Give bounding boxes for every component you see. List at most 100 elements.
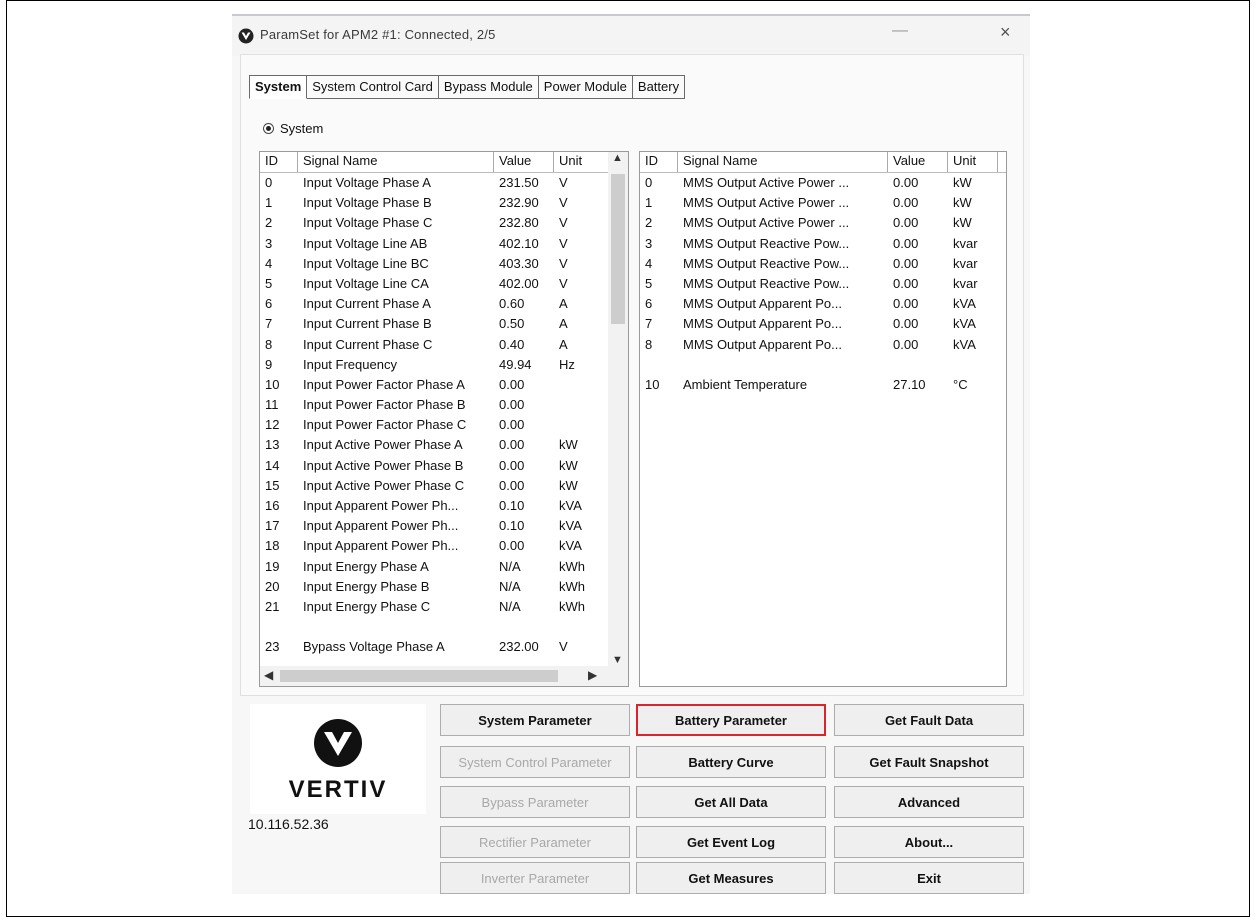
table-row[interactable]: 23 Bypass Voltage Phase A 232.00 V: [260, 637, 628, 657]
left-col-id[interactable]: ID: [260, 152, 298, 172]
table-row[interactable]: 4 Input Voltage Line BC 403.30 V: [260, 254, 628, 274]
table-row[interactable]: 12 Input Power Factor Phase C 0.00: [260, 415, 628, 435]
cell-id: 12: [265, 417, 280, 433]
table-row[interactable]: 1 MMS Output Active Power ... 0.00 kW: [640, 193, 1006, 213]
tab-battery[interactable]: Battery: [632, 75, 686, 99]
left-col-unit[interactable]: Unit: [554, 152, 608, 172]
bypass-parameter-button[interactable]: Bypass Parameter: [440, 786, 630, 818]
table-row[interactable]: 5 Input Voltage Line CA 402.00 V: [260, 274, 628, 294]
cell-unit: V: [559, 639, 568, 655]
advanced-button[interactable]: Advanced: [834, 786, 1024, 818]
scroll-up-icon[interactable]: ▲: [612, 152, 623, 164]
table-row[interactable]: 19 Input Energy Phase A N/A kWh: [260, 557, 628, 577]
table-row[interactable]: 0 Input Voltage Phase A 231.50 V: [260, 173, 628, 193]
cell-value: [888, 355, 948, 375]
inverter-parameter-button[interactable]: Inverter Parameter: [440, 862, 630, 894]
right-col-value[interactable]: Value: [888, 152, 948, 172]
table-row[interactable]: 15 Input Active Power Phase C 0.00 kW: [260, 476, 628, 496]
cell-unit: °C: [953, 376, 968, 392]
cell-signal: MMS Output Reactive Pow...: [683, 255, 850, 271]
cell-unit: Hz: [559, 356, 575, 372]
ip-address: 10.116.52.36: [248, 816, 329, 832]
scroll-down-icon[interactable]: ▼: [612, 654, 623, 666]
table-row[interactable]: 2 MMS Output Active Power ... 0.00 kW: [640, 213, 1006, 233]
right-signal-list[interactable]: ID Signal Name Value Unit 0 MMS Output Ac…: [639, 151, 1007, 687]
scroll-right-icon[interactable]: ▶: [588, 668, 597, 682]
table-row[interactable]: 3 Input Voltage Line AB 402.10 V: [260, 234, 628, 254]
table-row[interactable]: 0 MMS Output Active Power ... 0.00 kW: [640, 173, 1006, 193]
table-row[interactable]: 18 Input Apparent Power Ph... 0.00 kVA: [260, 536, 628, 556]
left-col-signal-name[interactable]: Signal Name: [298, 152, 494, 172]
get-fault-data-button[interactable]: Get Fault Data: [834, 704, 1024, 736]
cell-value: 49.94: [499, 356, 532, 372]
tab-system[interactable]: System: [249, 75, 308, 99]
left-vscroll-thumb[interactable]: [611, 174, 625, 324]
tab-bypass-module[interactable]: Bypass Module: [438, 75, 539, 99]
battery-parameter-button[interactable]: Battery Parameter: [636, 704, 826, 736]
table-row[interactable]: 21 Input Energy Phase C N/A kWh: [260, 597, 628, 617]
left-col-value[interactable]: Value: [494, 152, 554, 172]
cell-signal: MMS Output Reactive Pow...: [683, 235, 850, 251]
left-hscroll-thumb[interactable]: [280, 670, 558, 682]
table-row[interactable]: 3 MMS Output Reactive Pow... 0.00 kvar: [640, 234, 1006, 254]
battery-curve-button[interactable]: Battery Curve: [636, 746, 826, 778]
cell-value: N/A: [499, 558, 521, 574]
cell-signal: MMS Output Apparent Po...: [683, 296, 842, 312]
right-list-body: 0 MMS Output Active Power ... 0.00 kW 1 MMS O…: [640, 173, 1006, 395]
table-row[interactable]: 20 Input Energy Phase B N/A kWh: [260, 577, 628, 597]
tab-power-module[interactable]: Power Module: [538, 75, 633, 99]
cell-id: 10: [645, 376, 660, 392]
table-row[interactable]: 17 Input Apparent Power Ph... 0.10 kVA: [260, 516, 628, 536]
table-row[interactable]: 9 Input Frequency 49.94 Hz: [260, 355, 628, 375]
right-col-id[interactable]: ID: [640, 152, 678, 172]
scroll-left-icon[interactable]: ◀: [264, 668, 273, 682]
system-control-parameter-button[interactable]: System Control Parameter: [440, 746, 630, 778]
left-vertical-scrollbar[interactable]: ▲ ▼: [608, 152, 628, 666]
table-row[interactable]: 6 MMS Output Apparent Po... 0.00 kVA: [640, 294, 1006, 314]
table-row[interactable]: 11 Input Power Factor Phase B 0.00: [260, 395, 628, 415]
table-row[interactable]: 10 Ambient Temperature 27.10 °C: [640, 375, 1006, 395]
tab-system-control-card[interactable]: System Control Card: [307, 75, 439, 99]
exit-button[interactable]: Exit: [834, 862, 1024, 894]
table-row[interactable]: 14 Input Active Power Phase B 0.00 kW: [260, 456, 628, 476]
right-col-unit[interactable]: Unit: [948, 152, 998, 172]
cell-id: 7: [645, 316, 653, 332]
cell-unit: kVA: [953, 316, 976, 332]
about-button[interactable]: About...: [834, 826, 1024, 858]
system-radio[interactable]: System: [263, 121, 323, 136]
table-row[interactable]: [640, 355, 1006, 375]
cell-signal: Input Power Factor Phase C: [303, 417, 467, 433]
cell-unit: kVA: [559, 498, 582, 513]
minimize-icon[interactable]: —: [892, 22, 908, 40]
right-col-signal-name[interactable]: Signal Name: [678, 152, 888, 172]
table-row[interactable]: 2 Input Voltage Phase C 232.80 V: [260, 213, 628, 233]
vertiv-logo-icon: [314, 719, 362, 767]
system-parameter-button[interactable]: System Parameter: [440, 704, 630, 736]
close-icon[interactable]: ×: [1000, 22, 1011, 43]
table-row[interactable]: 16 Input Apparent Power Ph... 0.10 kVA: [260, 496, 628, 516]
left-signal-list[interactable]: ID Signal Name Value Unit 0 Input Voltage…: [259, 151, 629, 687]
cell-id: 2: [645, 215, 653, 231]
table-row[interactable]: 8 MMS Output Apparent Po... 0.00 kVA: [640, 335, 1006, 355]
table-row[interactable]: 13 Input Active Power Phase A 0.00 kW: [260, 435, 628, 455]
get-all-data-button[interactable]: Get All Data: [636, 786, 826, 818]
table-row[interactable]: 6 Input Current Phase A 0.60 A: [260, 294, 628, 314]
table-row[interactable]: 1 Input Voltage Phase B 232.90 V: [260, 193, 628, 213]
table-row[interactable]: 7 MMS Output Apparent Po... 0.00 kVA: [640, 314, 1006, 334]
table-row[interactable]: 10 Input Power Factor Phase A 0.00: [260, 375, 628, 395]
get-fault-snapshot-button[interactable]: Get Fault Snapshot: [834, 746, 1024, 778]
rectifier-parameter-button[interactable]: Rectifier Parameter: [440, 826, 630, 858]
cell-value: 0.00: [893, 296, 919, 312]
cell-value: N/A: [499, 598, 521, 614]
table-row[interactable]: 5 MMS Output Reactive Pow... 0.00 kvar: [640, 274, 1006, 294]
brand-name: VERTIV: [288, 776, 388, 803]
cell-signal: Input Active Power Phase C: [303, 477, 465, 493]
table-row[interactable]: 4 MMS Output Reactive Pow... 0.00 kvar: [640, 254, 1006, 274]
table-row[interactable]: [260, 617, 628, 637]
get-event-log-button[interactable]: Get Event Log: [636, 826, 826, 858]
table-row[interactable]: 8 Input Current Phase C 0.40 A: [260, 335, 628, 355]
table-row[interactable]: 7 Input Current Phase B 0.50 A: [260, 314, 628, 334]
left-horizontal-scrollbar[interactable]: ◀ ▶: [260, 666, 628, 686]
cell-value: 232.90: [499, 195, 539, 211]
get-measures-button[interactable]: Get Measures: [636, 862, 826, 894]
